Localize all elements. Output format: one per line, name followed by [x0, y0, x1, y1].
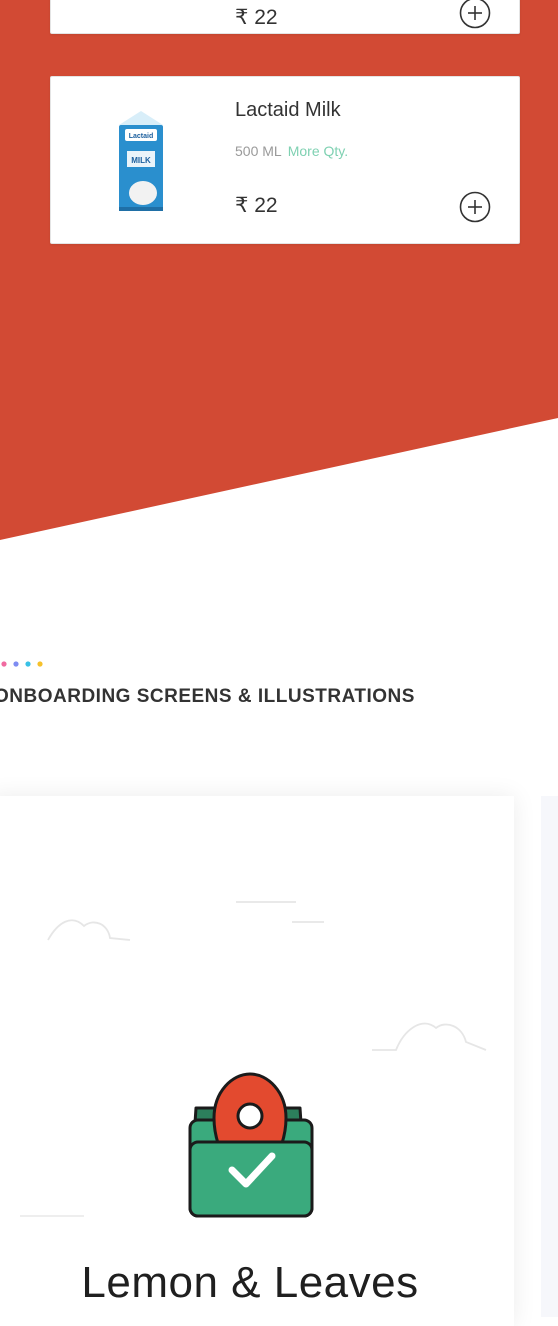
quantity-value: 500 ML [235, 143, 282, 159]
product-price: ₹ 22 [235, 6, 278, 29]
product-price: ₹ 22 [235, 194, 278, 217]
more-qty-link[interactable]: More Qty. [288, 143, 348, 159]
add-to-cart-icon[interactable] [459, 191, 491, 223]
cloud-icon [372, 1022, 487, 1051]
carton-brand-label: Lactaid [129, 133, 154, 140]
product-card-partial[interactable]: ₹ 22 [50, 0, 520, 34]
product-name: Lactaid Milk [235, 99, 341, 121]
section-dots-decoration [1, 661, 43, 667]
onboarding-illustration [20, 901, 487, 1218]
brand-name: Lemon & Leaves [81, 1258, 419, 1307]
cloud-icon [47, 901, 324, 941]
product-card[interactable]: Lactaid MILK Lactaid Milk 500 ML More Qty… [50, 76, 520, 244]
add-to-cart-icon[interactable] [459, 0, 491, 29]
milk-carton-icon: Lactaid MILK [119, 111, 163, 211]
carton-milk-text: MILK [131, 156, 151, 165]
section-title: ONBOARDING SCREENS & ILLUSTRATIONS [0, 686, 415, 707]
next-card-edge [541, 796, 558, 1317]
product-quantity: 500 ML More Qty. [235, 143, 348, 159]
